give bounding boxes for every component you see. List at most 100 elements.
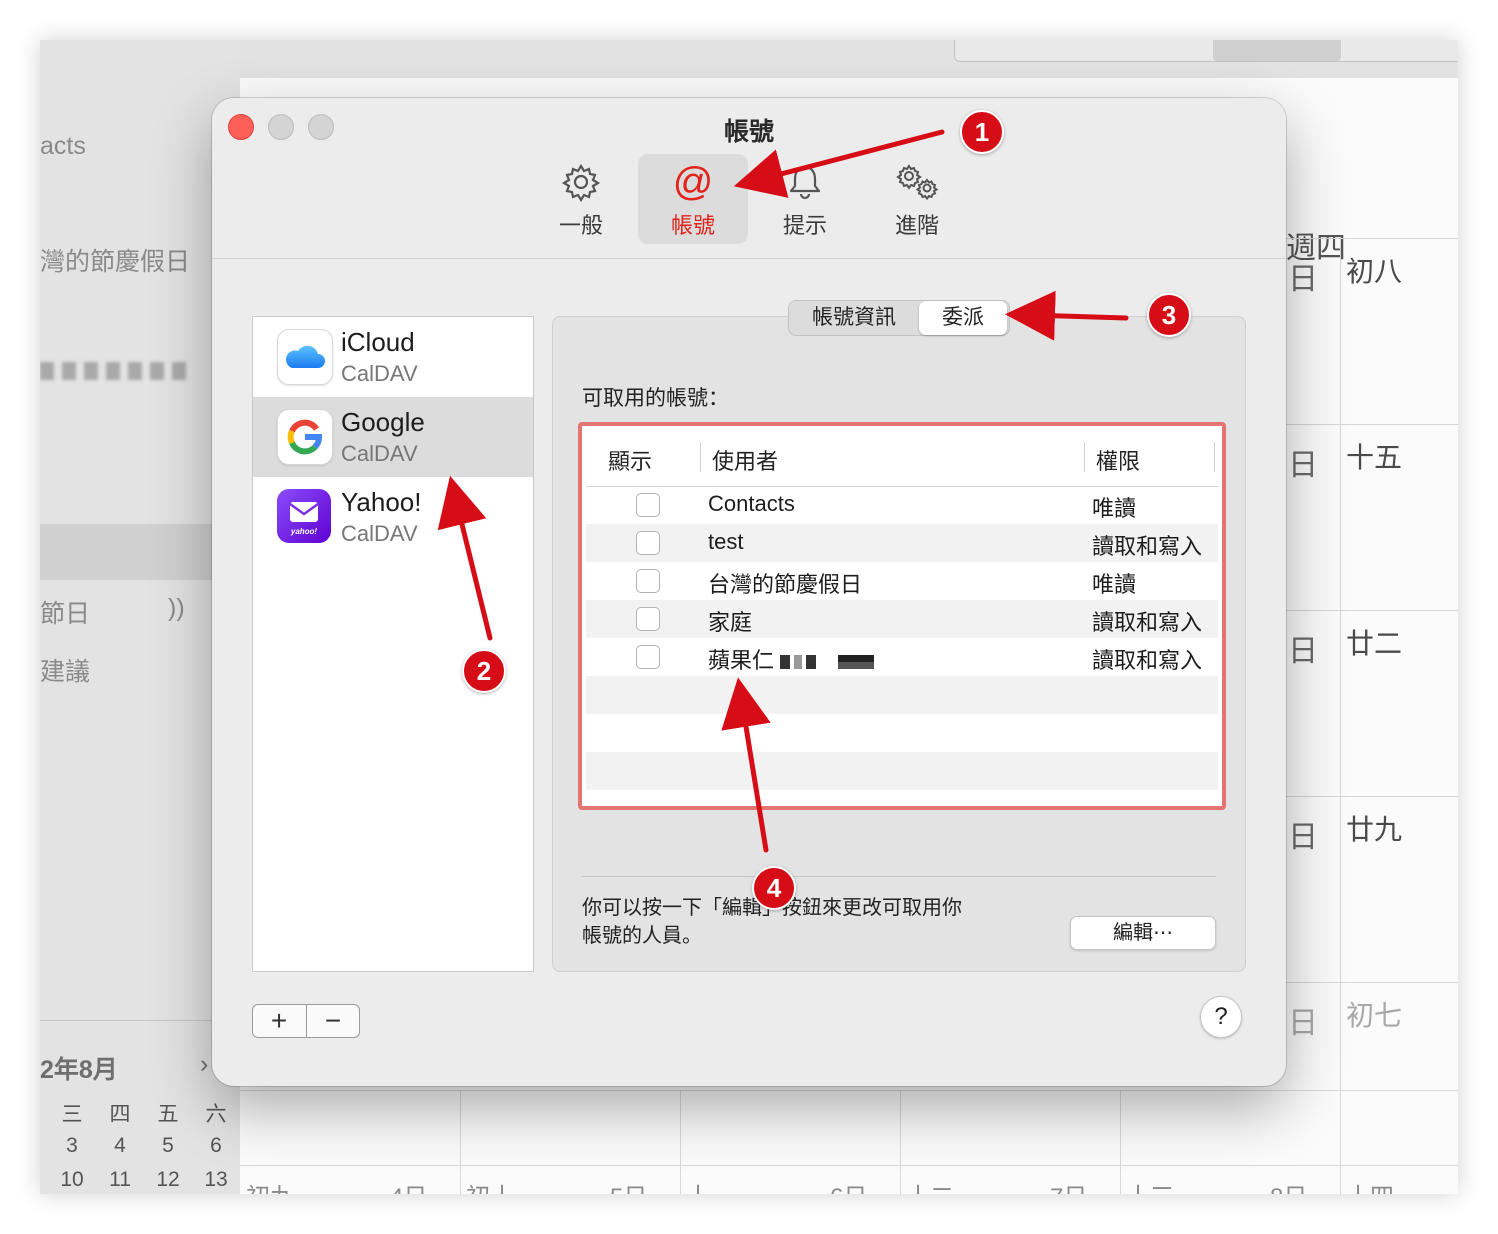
column-header-permission[interactable]: 權限 [1096,444,1140,476]
view-segment-selected[interactable] [1213,40,1341,61]
sidebar-selected-row[interactable] [40,524,240,580]
grid-line [1286,238,1458,239]
table-row[interactable]: Contacts 唯讀 [586,486,1218,524]
calendar-sidebar: acts 灣的節慶假日 節日 )) 建議 2年8月 › 三 四 五 六 3 4 … [40,40,240,1194]
bottom-label: 十四 [1346,1177,1394,1194]
remove-account-button[interactable]: − [307,1005,359,1037]
mini-day[interactable]: 3 [48,1134,96,1158]
bottom-label: 5日 [610,1177,647,1194]
account-item-icloud[interactable]: iCloud CalDAV [253,317,533,397]
bottom-label: 十三 [1126,1177,1174,1194]
toolbar-accounts-button[interactable]: @ 帳號 [638,154,748,244]
bottom-label: 十一 [686,1177,734,1194]
cell-day: 日 [1288,1007,1318,1040]
mini-day[interactable]: 6 [192,1134,240,1158]
account-type: CalDAV [341,521,418,546]
tab-account-info[interactable]: 帳號資訊 [789,301,919,335]
svg-text:yahoo!: yahoo! [290,527,318,536]
show-checkbox[interactable] [636,607,660,631]
annotation-badge-1: 1 [960,110,1004,154]
cell-lunar: 初七 [1346,1000,1403,1031]
help-button[interactable]: ? [1200,996,1242,1038]
grid-line [680,1091,681,1194]
tab-delegation[interactable]: 委派 [919,301,1007,335]
bottom-label: 初十 [466,1177,514,1194]
mini-day[interactable]: 10 [48,1168,96,1192]
weekday: 四 [109,1103,131,1126]
account-type: CalDAV [341,441,418,466]
sidebar-text[interactable]: 建議 [40,652,90,688]
sidebar-divider [40,1020,212,1021]
weekday: 六 [205,1103,227,1126]
table-row[interactable]: test 讀取和寫入 [586,524,1218,562]
table-row[interactable]: 家庭 讀取和寫入 [586,600,1218,638]
cell-day: 日 [1288,449,1318,482]
view-segmented-control[interactable] [954,40,1458,62]
hint-line: 帳號的人員。 [582,925,702,947]
show-checkbox[interactable] [636,645,660,669]
edit-button[interactable]: 編輯⋯ [1070,916,1216,950]
annotation-badge-4: 4 [752,866,796,910]
show-checkbox[interactable] [636,493,660,517]
mini-calendar-title: 2年8月 [40,1056,118,1084]
mini-calendar-row: 3 4 5 6 [48,1134,240,1158]
accounts-preferences-window: 帳號 一般 @ 帳號 提示 進階 iCloud CalDAV Google Ca… [212,98,1286,1086]
icloud-icon [277,329,333,385]
row-user: 台灣的節慶假日 [708,572,863,597]
account-name: iCloud [341,327,415,357]
bottom-label: 7日 [1050,1177,1087,1194]
weekday: 三 [61,1103,83,1126]
column-header-user[interactable]: 使用者 [712,444,778,476]
add-account-button[interactable]: + [253,1005,305,1037]
toolbar-alerts-button[interactable]: 提示 [750,154,860,244]
bottom-label: 8日 [1270,1177,1307,1194]
bottom-label: 6日 [830,1177,867,1194]
toolbar-label: 帳號 [670,213,715,238]
show-checkbox[interactable] [636,569,660,593]
account-item-google[interactable]: Google CalDAV [253,397,533,477]
google-icon [277,409,333,465]
window-toolbar: 帳號 一般 @ 帳號 提示 進階 [212,98,1286,259]
row-permission: 唯讀 [1092,572,1137,597]
empty-row [586,714,1218,752]
account-item-yahoo[interactable]: yahoo! Yahoo! CalDAV [253,477,533,557]
available-accounts-label: 可取用的帳號： [582,387,729,410]
hint-text: 你可以按一下「編輯」按鈕來更改可取用你 帳號的人員。 [582,894,1022,950]
toolbar-general-button[interactable]: 一般 [526,154,636,244]
weekday: 五 [157,1103,179,1126]
gears-icon [862,160,972,204]
table-row[interactable]: 蘋果仁 讀取和寫入 [586,638,1218,676]
row-user: 蘋果仁 [708,648,775,673]
hint-line: 你可以按一下「編輯」按鈕來更改可取用你 [582,894,1022,922]
blurred-calendar-name [40,362,190,380]
sidebar-text[interactable]: 節日 [40,594,90,630]
sidebar-text[interactable]: 灣的節慶假日 [40,242,190,278]
toolbar-label: 進階 [894,213,939,238]
row-user-redacted: 蘋果仁 [708,643,875,675]
bottom-label: 初九 [246,1177,294,1194]
mini-day[interactable]: 5 [144,1134,192,1158]
chevron-right-icon[interactable]: › [200,1050,208,1079]
bell-icon [750,160,860,204]
empty-row [586,752,1218,790]
toolbar-label: 提示 [782,213,827,238]
mini-day[interactable]: 13 [192,1168,240,1192]
annotation-badge-2: 2 [462,649,506,693]
mini-day[interactable]: 11 [96,1168,144,1192]
toolbar-advanced-button[interactable]: 進階 [862,154,972,244]
column-divider [1084,442,1085,472]
grid-line [1340,238,1341,1194]
cell-day: 日 [1288,821,1318,854]
show-checkbox[interactable] [636,531,660,555]
table-row[interactable]: 台灣的節慶假日 唯讀 [586,562,1218,600]
sidebar-text[interactable]: acts [40,132,86,161]
column-header-show[interactable]: 顯示 [608,444,652,476]
add-remove-control: + − [252,1004,360,1038]
grid-line [1120,1091,1121,1194]
at-icon: @ [672,160,714,204]
account-list: iCloud CalDAV Google CalDAV yahoo! Yahoo… [252,316,534,972]
delegation-table: 顯示 使用者 權限 Contacts 唯讀 test 讀取和寫入 台灣的節慶假日 [586,430,1218,802]
mini-day[interactable]: 4 [96,1134,144,1158]
mini-day[interactable]: 12 [144,1168,192,1192]
column-divider [1214,442,1215,472]
